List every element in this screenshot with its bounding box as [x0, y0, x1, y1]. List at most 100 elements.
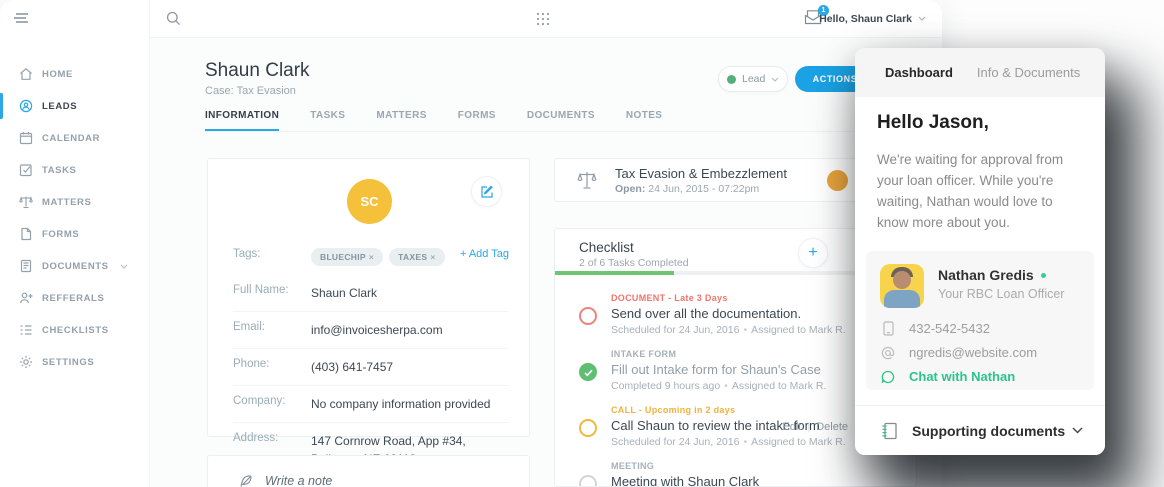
sidebar-item-tasks[interactable]: TASKS — [0, 154, 150, 186]
checklist-icon — [19, 323, 33, 337]
online-status-dot — [1041, 273, 1046, 278]
home-icon — [19, 67, 33, 81]
sidebar-item-label: CALENDAR — [42, 133, 100, 144]
officer-role: Your RBC Loan Officer — [938, 287, 1064, 301]
chevron-down-icon — [120, 264, 128, 269]
tab-bar: INFORMATION TASKS MATTERS FORMS DOCUMENT… — [205, 110, 917, 132]
chevron-down-icon — [918, 16, 926, 21]
field-label: Full Name: — [233, 284, 311, 296]
app-grid-icon[interactable] — [537, 13, 549, 25]
client-dashboard-widget: Dashboard Info & Documents Hello Jason, … — [855, 48, 1105, 455]
widget-tab-info-documents[interactable]: Info & Documents — [977, 65, 1080, 80]
chat-with-officer-link[interactable]: Chat with Nathan — [909, 369, 1015, 384]
tab-documents[interactable]: DOCUMENTS — [527, 110, 595, 131]
at-sign-icon — [880, 346, 896, 360]
officer-phone[interactable]: 432-542-5432 — [909, 321, 990, 336]
tab-matters[interactable]: MATTERS — [376, 110, 426, 131]
add-task-button[interactable]: + — [798, 238, 828, 268]
chevron-down-icon — [1072, 427, 1083, 434]
widget-greeting: Hello Jason, — [877, 112, 989, 134]
sidebar-item-refferals[interactable]: REFFERALS — [0, 282, 150, 314]
chat-bubble-icon — [880, 370, 896, 384]
feather-pen-icon — [238, 474, 253, 487]
sidebar-nav: HOME LEADS CALENDAR TASKS MATTERS — [0, 58, 150, 378]
document-icon — [19, 259, 33, 273]
edit-task-link[interactable]: Edit — [782, 421, 801, 433]
officer-name-row: Nathan Gredis — [938, 267, 1046, 283]
scales-icon — [19, 195, 33, 209]
field-label: Email: — [233, 321, 311, 333]
sidebar-item-label: CHECKLISTS — [42, 325, 109, 336]
sidebar: HOME LEADS CALENDAR TASKS MATTERS — [0, 0, 150, 487]
calendar-icon — [19, 131, 33, 145]
sidebar-item-checklists[interactable]: CHECKLISTS — [0, 314, 150, 346]
sidebar-item-matters[interactable]: MATTERS — [0, 186, 150, 218]
supporting-documents-label: Supporting documents — [912, 423, 1072, 439]
widget-tab-dashboard[interactable]: Dashboard — [885, 65, 953, 80]
mobile-phone-icon — [880, 321, 896, 336]
field-value: (403) 641-7457 — [311, 358, 393, 376]
case-assignee-avatar[interactable] — [827, 170, 848, 191]
officer-avatar — [880, 264, 924, 308]
file-icon — [19, 227, 33, 241]
field-phone: Phone: (403) 641-7457 — [233, 349, 509, 386]
sidebar-item-settings[interactable]: SETTINGS — [0, 346, 150, 378]
loan-officer-card: Nathan Gredis Your RBC Loan Officer 432-… — [866, 251, 1094, 390]
supporting-documents-toggle[interactable]: Supporting documents — [855, 405, 1105, 455]
tag-bluechip[interactable]: BLUECHIP× — [311, 248, 383, 266]
remove-tag-icon[interactable]: × — [369, 252, 374, 262]
sidebar-item-label: HOME — [42, 69, 73, 80]
chevron-down-icon — [771, 77, 779, 82]
tag-taxes[interactable]: TAXES× — [389, 248, 444, 266]
field-email: Email: info@invoicesherpa.com — [233, 312, 509, 349]
sidebar-item-label: TASKS — [42, 165, 77, 176]
avatar-shirt — [884, 290, 920, 308]
profile-card: SC Tags: BLUECHIP× TAXES× + Add Tag Full… — [207, 158, 530, 437]
tab-tasks[interactable]: TASKS — [310, 110, 345, 131]
edit-profile-button[interactable] — [471, 176, 502, 207]
write-note-input[interactable]: Write a note — [207, 455, 530, 487]
sidebar-item-calendar[interactable]: CALENDAR — [0, 122, 150, 154]
tasks-icon — [19, 163, 33, 177]
field-label: Company: — [233, 395, 311, 407]
case-title: Tax Evasion & Embezzlement — [615, 166, 787, 181]
hamburger-menu-icon[interactable] — [14, 12, 30, 24]
task-actions: Edit|Delete — [782, 421, 848, 433]
check-icon — [584, 369, 593, 377]
tab-forms[interactable]: FORMS — [458, 110, 496, 131]
task-checkbox-checked[interactable] — [579, 363, 597, 381]
add-tag-link[interactable]: + Add Tag — [460, 248, 509, 260]
officer-email-row: ngredis@website.com — [880, 345, 1037, 360]
status-dropdown[interactable]: Lead — [718, 66, 788, 92]
chat-with-officer-row[interactable]: Chat with Nathan — [880, 369, 1015, 384]
field-label: Tags: — [233, 248, 311, 260]
leads-icon — [19, 99, 33, 113]
delete-task-link[interactable]: Delete — [816, 421, 848, 433]
sidebar-item-documents[interactable]: DOCUMENTS — [0, 250, 150, 282]
task-title: Meeting with Shaun Clark — [611, 474, 916, 487]
topbar: 1 Hello, Shaun Clark — [150, 0, 942, 38]
sidebar-item-label: SETTINGS — [42, 357, 94, 368]
sidebar-item-home[interactable]: HOME — [0, 58, 150, 90]
app-window: HOME LEADS CALENDAR TASKS MATTERS — [0, 0, 942, 487]
task-checkbox[interactable] — [579, 419, 597, 437]
user-menu[interactable]: Hello, Shaun Clark — [819, 13, 912, 25]
search-icon[interactable] — [166, 11, 181, 26]
officer-email[interactable]: ngredis@website.com — [909, 345, 1037, 360]
tab-information[interactable]: INFORMATION — [205, 110, 279, 131]
field-value: Shaun Clark — [311, 284, 377, 302]
task-checkbox[interactable] — [579, 475, 597, 487]
notebook-icon — [881, 422, 897, 440]
task-checkbox[interactable] — [579, 307, 597, 325]
case-open-date: Open: 24 Jun, 2015 - 07:22pm — [615, 183, 787, 195]
sidebar-item-leads[interactable]: LEADS — [0, 90, 150, 122]
officer-phone-row: 432-542-5432 — [880, 321, 990, 336]
status-dot — [727, 75, 736, 84]
task-item: MEETING Meeting with Shaun Clark Schedul… — [579, 461, 916, 487]
remove-tag-icon[interactable]: × — [430, 252, 435, 262]
screen: HOME LEADS CALENDAR TASKS MATTERS — [0, 0, 1164, 487]
sidebar-item-forms[interactable]: FORMS — [0, 218, 150, 250]
field-value: info@invoicesherpa.com — [311, 321, 443, 339]
tab-notes[interactable]: NOTES — [626, 110, 662, 131]
tag-list: BLUECHIP× TAXES× — [311, 248, 445, 266]
